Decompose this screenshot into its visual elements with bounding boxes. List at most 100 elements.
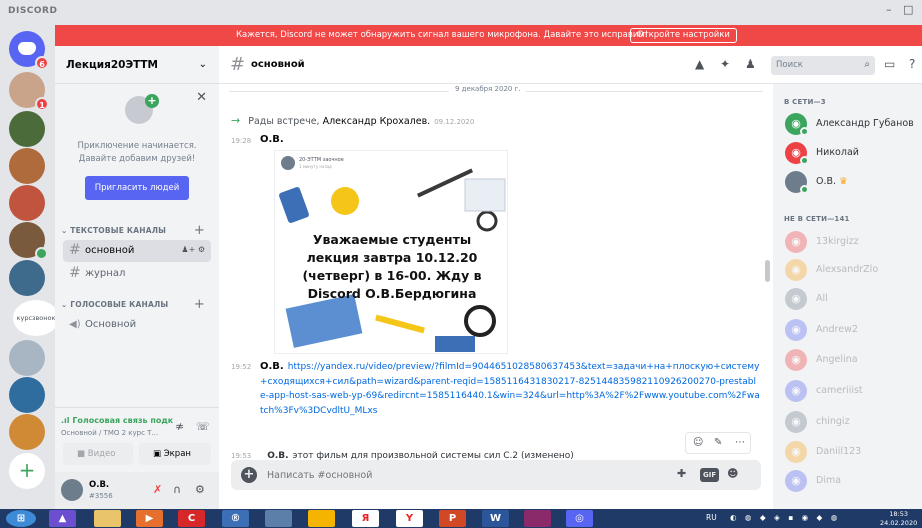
emoji-icon[interactable]: ☻ <box>727 467 738 480</box>
screen-share-button[interactable]: ▣ Экран <box>139 443 211 465</box>
headphones-icon[interactable]: ∩ <box>173 483 181 496</box>
member-name: Daniil123 <box>816 446 862 457</box>
taskbar-app-1[interactable]: ▲ <box>49 510 76 527</box>
member-item[interactable]: ◉ cameriiist <box>781 378 921 406</box>
title-bar: DISCORD – □ <box>0 0 922 25</box>
open-settings-button[interactable]: Откройте настройки <box>630 28 737 43</box>
member-item[interactable]: ◉ Andrew2 <box>781 317 921 345</box>
avatar[interactable] <box>61 479 83 501</box>
noise-suppression-icon[interactable]: ≉ <box>175 420 184 433</box>
more-icon[interactable]: ⋯ <box>735 437 745 448</box>
gif-button[interactable]: GIF <box>700 468 720 482</box>
member-item[interactable]: ◉ All <box>781 286 921 314</box>
message-input[interactable] <box>267 467 647 483</box>
member-item[interactable]: ◉ Angelina <box>781 347 921 375</box>
server-badge: 1 <box>35 97 49 111</box>
server-icon-5[interactable] <box>9 222 48 260</box>
add-server-button[interactable]: + <box>9 453 45 489</box>
app-icon: ® <box>230 513 241 524</box>
server-icon-4[interactable] <box>9 185 45 221</box>
member-item[interactable]: О.В. ♛ <box>781 169 921 197</box>
video-link[interactable]: https://yandex.ru/video/preview/?filmId=… <box>260 362 760 416</box>
disconnect-icon[interactable]: ☏ <box>196 420 210 433</box>
upload-button[interactable]: + <box>241 467 257 483</box>
powerpoint-icon[interactable]: P <box>439 510 466 527</box>
chat-scrollbar[interactable] <box>765 260 770 282</box>
language-indicator[interactable]: RU <box>706 513 717 522</box>
channel-item-osnovnoy[interactable]: # основной ♟+ ⚙ <box>63 240 211 262</box>
server-icon-kurs[interactable]: курсзвонок <box>9 300 59 336</box>
inbox-icon[interactable]: ▭ <box>884 57 895 71</box>
member-item[interactable]: ◉ chingiz <box>781 409 921 437</box>
create-voice-channel-button[interactable]: + <box>194 297 205 312</box>
tray-icons[interactable]: ◐ ◍ ◆ ◈ ▪ ◉ ◆ ◍ <box>730 513 840 522</box>
server-icon-6[interactable] <box>9 260 45 296</box>
server-icon-9[interactable] <box>9 414 45 450</box>
windows-taskbar: ⊞ ▲ ▶ C ® Я Y P W ◎ RU ◐ ◍ ◆ ◈ ▪ ◉ ◆ ◍ 1… <box>0 509 922 528</box>
edit-icon[interactable]: ✎ <box>714 437 722 448</box>
channel-item-zhurnal[interactable]: # журнал <box>63 263 211 285</box>
bell-icon[interactable]: ▲ <box>695 57 704 71</box>
image-attachment[interactable]: 20-ЭТТМ заочное 1 минуту назад Уважаемые… <box>274 150 508 354</box>
server-icon-2[interactable] <box>9 111 45 147</box>
avatar: ◉ <box>785 411 807 433</box>
file-explorer-icon[interactable] <box>94 510 121 527</box>
member-item[interactable]: ◉ Dima <box>781 468 921 496</box>
search-app-icon[interactable] <box>265 510 292 527</box>
winrar-icon[interactable] <box>524 510 551 527</box>
home-button[interactable]: 6 <box>9 31 49 70</box>
start-button[interactable]: ⊞ <box>6 510 36 527</box>
category-text-channels[interactable]: ⌄ ТЕКСТОВЫЕ КАНАЛЫ + <box>61 223 211 238</box>
voice-channel-path[interactable]: Основной / ТМО 2 курс Т... <box>61 429 158 437</box>
pin-icon[interactable]: ✦ <box>720 57 730 71</box>
invite-text: Приключение начинается. Давайте добавим … <box>63 140 211 166</box>
avatar: ◉ <box>785 231 807 253</box>
create-channel-button[interactable]: + <box>194 223 205 238</box>
add-friend-icon: + <box>145 94 159 108</box>
member-item[interactable]: ◉ Александр Губанов <box>781 111 921 139</box>
category-voice-channels[interactable]: ⌄ ГОЛОСОВЫЕ КАНАЛЫ + <box>61 297 211 312</box>
add-reaction-icon[interactable]: ☺ <box>693 437 703 448</box>
gift-icon[interactable]: ✚ <box>677 467 686 480</box>
members-icon[interactable]: ♟ <box>745 57 756 71</box>
server-header[interactable]: Лекция20ЭТТМ ⌄ <box>55 46 219 84</box>
member-item[interactable]: ◉ Николай <box>781 140 921 168</box>
close-icon[interactable]: ✕ <box>196 90 207 105</box>
announcement-text: Уважаемые студенты лекция завтра 10.12.2… <box>302 232 482 301</box>
chrome-icon[interactable] <box>308 510 335 527</box>
taskbar-app-3[interactable]: ® <box>222 510 249 527</box>
invite-people-button[interactable]: Пригласить людей <box>85 176 189 200</box>
discord-taskbar-icon[interactable]: ◎ <box>566 510 593 527</box>
server-icon-3[interactable] <box>9 148 45 184</box>
search-box[interactable]: Поиск ⌕ <box>771 56 875 75</box>
member-item[interactable]: ◉ Daniil123 <box>781 439 921 467</box>
mute-mic-icon[interactable]: ✗ <box>153 483 162 496</box>
voice-channel-osnovnoy[interactable]: ◀) Основной <box>63 314 211 336</box>
chevron-down-icon: ⌄ <box>198 59 207 70</box>
minimize-button[interactable]: – <box>886 3 892 16</box>
server-icon-8[interactable] <box>9 377 45 413</box>
word-icon[interactable]: W <box>482 510 509 527</box>
yandex-icon[interactable]: Y <box>396 510 423 527</box>
video-button[interactable]: ■ Видео <box>63 443 133 465</box>
channel-settings-icons[interactable]: ♟+ ⚙ <box>181 245 205 254</box>
message-author[interactable]: О.В. <box>260 134 284 145</box>
media-player-icon[interactable]: ▶ <box>136 510 163 527</box>
taskbar-app-2[interactable]: C <box>178 510 205 527</box>
server-icon-7[interactable] <box>9 340 45 376</box>
maximize-button[interactable]: □ <box>903 3 913 16</box>
help-icon[interactable]: ? <box>909 57 915 71</box>
windows-logo-icon: ⊞ <box>16 513 26 524</box>
system-user-name[interactable]: Александр Крохалев. <box>323 116 431 127</box>
system-clock[interactable]: 18:53 24.02.2020 <box>880 510 917 527</box>
channel-label: журнал <box>85 268 126 279</box>
yandex-browser-icon[interactable]: Я <box>352 510 379 527</box>
member-item[interactable]: ◉ 13kirgizz <box>781 229 921 257</box>
invite-line-1: Приключение начинается. <box>77 141 197 151</box>
message-actions-bar: ☺ ✎ ⋯ <box>685 432 751 454</box>
message-author[interactable]: О.В. <box>260 361 284 372</box>
system-timestamp: 09.12.2020 <box>434 118 475 126</box>
server-icon-1[interactable]: 1 <box>9 72 49 111</box>
gear-icon[interactable]: ⚙ <box>195 483 205 496</box>
member-item[interactable]: ◉ AlexsandrZlo <box>781 257 921 285</box>
